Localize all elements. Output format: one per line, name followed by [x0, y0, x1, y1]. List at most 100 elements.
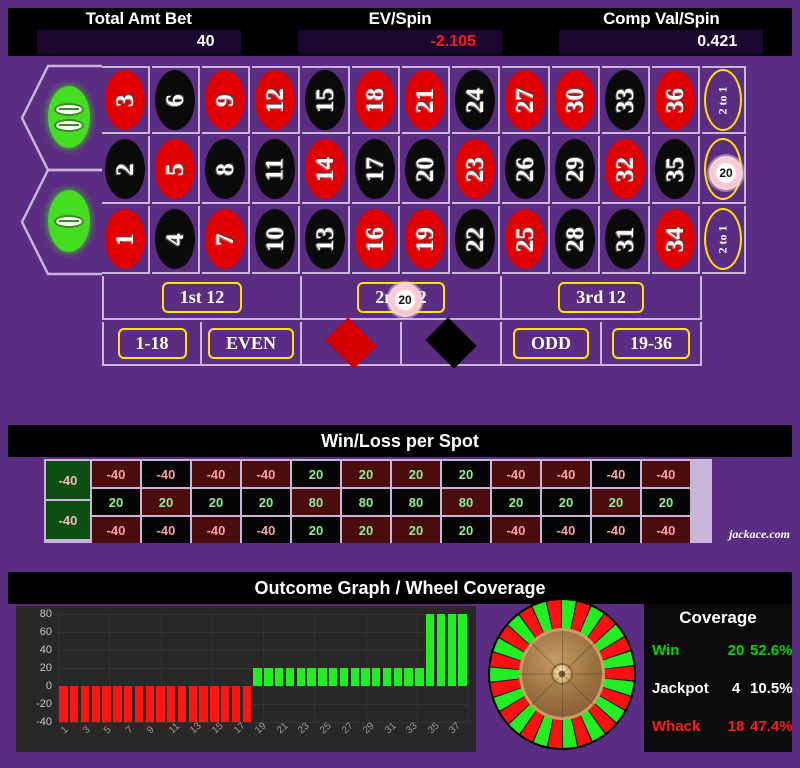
bet-number-9[interactable]: 9	[202, 66, 250, 134]
bet-1-18[interactable]: 1-18	[102, 322, 202, 366]
winloss-cell: 20	[342, 461, 390, 487]
bet-number-25[interactable]: 25	[502, 206, 550, 274]
number-pocket: 22	[455, 209, 495, 269]
number-pocket: 35	[655, 139, 695, 199]
number-pocket: 5	[155, 139, 195, 199]
number-pocket: 34	[655, 209, 695, 269]
number-label: 5	[161, 162, 189, 176]
bet-number-19[interactable]: 19	[402, 206, 450, 274]
number-pocket: 27	[505, 70, 545, 130]
column-bet-2to1-row1[interactable]: 2 to 1	[702, 66, 746, 134]
bet-red[interactable]	[302, 317, 402, 369]
number-pocket: 8	[205, 139, 245, 199]
winloss-zero-cell-0: -40	[46, 461, 90, 499]
chart-y-tick: 0	[45, 680, 52, 692]
coverage-count: 4	[731, 679, 741, 697]
bet-number-22[interactable]: 22	[452, 206, 500, 274]
bet-number-29[interactable]: 29	[552, 136, 600, 204]
bet-number-14[interactable]: 14	[302, 136, 350, 204]
bet-number-6[interactable]: 6	[152, 66, 200, 134]
bet-number-11[interactable]: 11	[252, 136, 300, 204]
number-pocket: 23	[455, 139, 495, 199]
bet-number-23[interactable]: 23	[452, 136, 500, 204]
bet-number-13[interactable]: 13	[302, 206, 350, 274]
bet-number-32[interactable]: 32	[602, 136, 650, 204]
bet-number-31[interactable]: 31	[602, 206, 650, 274]
bet-number-5[interactable]: 5	[152, 136, 200, 204]
chart-bar	[404, 668, 413, 686]
winloss-cell: 80	[342, 489, 390, 515]
winloss-zero-cell-1: -40	[46, 501, 90, 539]
number-label: 20	[411, 156, 439, 182]
bet-black[interactable]	[402, 317, 502, 369]
bet-number-28[interactable]: 28	[552, 206, 600, 274]
chart-bar	[274, 668, 284, 686]
number-label: 18	[361, 87, 389, 113]
number-label: 36	[661, 87, 689, 113]
bet-number-34[interactable]: 34	[652, 206, 700, 274]
stat-value: -2.105	[430, 33, 476, 50]
bet-number-3[interactable]: 3	[102, 66, 150, 134]
winloss-cell: -40	[642, 517, 690, 543]
bet-number-27[interactable]: 27	[502, 66, 550, 134]
bet-number-17[interactable]: 17	[352, 136, 400, 204]
number-pocket: 15	[305, 70, 345, 130]
chart-bar	[253, 668, 262, 686]
column-bet-label: 2 to 1	[715, 225, 730, 253]
bet-chip[interactable]: 20	[388, 283, 422, 317]
bet-number-33[interactable]: 33	[602, 66, 650, 134]
bet-number-4[interactable]: 4	[152, 206, 200, 274]
bet-even[interactable]: EVEN	[202, 322, 302, 366]
zero-pocket[interactable]	[48, 190, 90, 252]
zero-glyph	[54, 214, 84, 228]
number-pocket: 29	[555, 139, 595, 199]
winloss-cell: -40	[92, 517, 140, 543]
bet-chip[interactable]: 20	[709, 156, 743, 190]
dozen-label: 1st 12	[161, 281, 243, 313]
bet-number-20[interactable]: 20	[402, 136, 450, 204]
chart-bar	[91, 686, 100, 722]
bet-number-35[interactable]: 35	[652, 136, 700, 204]
number-label: 15	[311, 87, 339, 113]
column-bet-2to1-row3[interactable]: 2 to 1	[702, 206, 746, 274]
brand-watermark: jackace.com	[729, 527, 790, 541]
bet-number-21[interactable]: 21	[402, 66, 450, 134]
number-pocket: 10	[255, 209, 295, 269]
bet-number-26[interactable]: 26	[502, 136, 550, 204]
bet-number-1[interactable]: 1	[102, 206, 150, 274]
bet-number-8[interactable]: 8	[202, 136, 250, 204]
number-label: 7	[211, 232, 239, 246]
winloss-cell: 20	[442, 517, 490, 543]
number-label: 3	[111, 93, 139, 107]
bet-number-36[interactable]: 36	[652, 66, 700, 134]
number-pocket: 28	[555, 209, 595, 269]
dozen-bet-3[interactable]: 3rd 12	[502, 276, 702, 320]
bet-19-36[interactable]: 19-36	[602, 322, 702, 366]
number-pocket: 6	[155, 70, 195, 130]
winloss-cell: -40	[92, 461, 140, 487]
winloss-title: Win/Loss per Spot	[8, 425, 792, 457]
bet-number-30[interactable]: 30	[552, 66, 600, 134]
hub-spoke	[562, 674, 563, 718]
bet-number-10[interactable]: 10	[252, 206, 300, 274]
wheel-coverage-graphic	[480, 595, 640, 755]
bet-odd[interactable]: ODD	[502, 322, 602, 366]
bet-number-12[interactable]: 12	[252, 66, 300, 134]
winloss-cell: 20	[592, 489, 640, 515]
double-zero-pocket[interactable]	[48, 86, 90, 148]
bet-number-2[interactable]: 2	[102, 136, 150, 204]
winloss-cell: -40	[192, 517, 240, 543]
number-pocket: 31	[605, 209, 645, 269]
bet-number-18[interactable]: 18	[352, 66, 400, 134]
number-label: 29	[561, 156, 589, 182]
dozen-bet-1[interactable]: 1st 12	[102, 276, 302, 320]
winloss-cell: 80	[292, 489, 340, 515]
chart-bar	[285, 668, 295, 686]
bet-number-24[interactable]: 24	[452, 66, 500, 134]
hub-spoke	[562, 630, 563, 674]
bet-number-16[interactable]: 16	[352, 206, 400, 274]
winloss-cell: 20	[242, 489, 290, 515]
zero-glyph	[54, 102, 84, 116]
bet-number-15[interactable]: 15	[302, 66, 350, 134]
bet-number-7[interactable]: 7	[202, 206, 250, 274]
